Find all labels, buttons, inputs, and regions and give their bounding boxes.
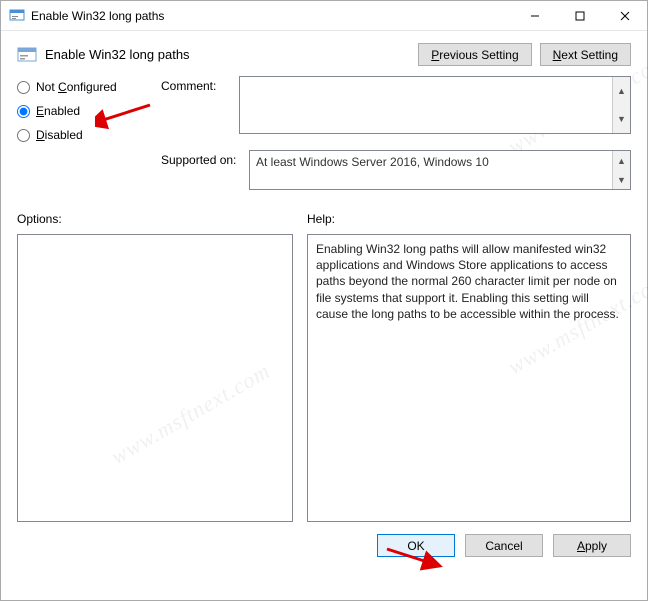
comment-label: Comment: xyxy=(161,79,231,134)
radio-disabled[interactable]: Disabled xyxy=(17,128,147,142)
scroll-arrows[interactable]: ▲▼ xyxy=(612,77,630,133)
policy-icon xyxy=(17,45,37,65)
comment-field[interactable]: ▲▼ xyxy=(239,76,631,134)
chevron-up-icon: ▲ xyxy=(613,77,630,105)
minimize-button[interactable] xyxy=(512,1,557,31)
ok-button[interactable]: OK xyxy=(377,534,455,557)
chevron-down-icon: ▼ xyxy=(613,170,630,189)
supported-label: Supported on: xyxy=(161,153,241,190)
options-pane xyxy=(17,234,293,522)
cancel-button[interactable]: Cancel xyxy=(465,534,543,557)
radio-enabled[interactable]: Enabled xyxy=(17,104,147,118)
chevron-down-icon: ▼ xyxy=(613,105,630,133)
help-pane: Enabling Win32 long paths will allow man… xyxy=(307,234,631,522)
window-title: Enable Win32 long paths xyxy=(31,9,512,23)
scroll-arrows[interactable]: ▲▼ xyxy=(612,151,630,189)
radio-not-configured[interactable]: Not Configured xyxy=(17,80,147,94)
policy-title: Enable Win32 long paths xyxy=(45,47,190,62)
chevron-up-icon: ▲ xyxy=(613,151,630,170)
apply-button[interactable]: Apply xyxy=(553,534,631,557)
next-setting-button[interactable]: Next Setting xyxy=(540,43,631,66)
previous-setting-button[interactable]: Previous Setting xyxy=(418,43,531,66)
options-label: Options: xyxy=(17,212,293,226)
maximize-button[interactable] xyxy=(557,1,602,31)
supported-field: At least Windows Server 2016, Windows 10… xyxy=(249,150,631,190)
help-label: Help: xyxy=(307,212,631,226)
title-bar: Enable Win32 long paths xyxy=(1,1,647,31)
close-button[interactable] xyxy=(602,1,647,31)
app-icon xyxy=(9,8,25,24)
